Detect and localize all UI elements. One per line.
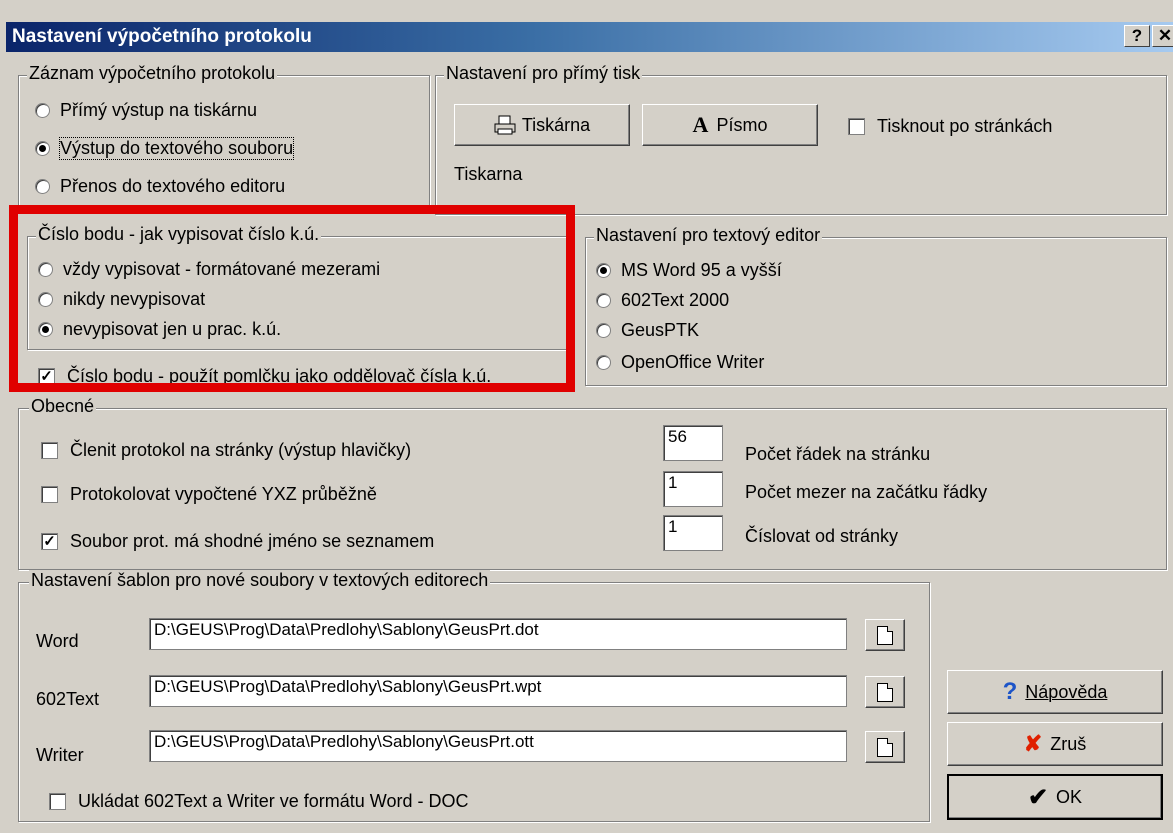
word-template-input[interactable]: D:\GEUS\Prog\Data\Predlohy\Sablony\GeusP… xyxy=(149,618,847,650)
radio-indicator xyxy=(596,293,611,308)
cross-icon: ✘ xyxy=(1023,731,1043,756)
checkbox-indicator xyxy=(848,118,865,135)
editor-group: Nastavení pro textový editor MS Word 95 … xyxy=(585,225,1167,386)
output-group-legend: Záznam výpočetního protokolu xyxy=(27,63,278,84)
lines-per-page-label: Počet řádek na stránku xyxy=(745,444,931,464)
paginate-checkbox[interactable]: Členit protokol na stránky (výstup hlavi… xyxy=(41,440,411,461)
ok-button[interactable]: ✔ OK xyxy=(947,774,1163,820)
checkbox-indicator: ✓ xyxy=(41,533,58,550)
printer-button[interactable]: Tiskárna xyxy=(454,104,630,146)
writer-template-input[interactable]: D:\GEUS\Prog\Data\Predlohy\Sablony\GeusP… xyxy=(149,730,847,762)
font-icon: A xyxy=(692,112,709,137)
lines-per-page-input[interactable]: 56 xyxy=(663,425,723,461)
templates-group: Nastavení šablon pro nové soubory v text… xyxy=(18,570,930,822)
radio-direct-print[interactable]: Přímý výstup na tiskárnu xyxy=(35,100,257,121)
help-button[interactable]: ? Nápověda xyxy=(947,670,1163,714)
leading-spaces-input[interactable]: 1 xyxy=(663,471,723,507)
radio-indicator xyxy=(35,179,50,194)
highlight-box xyxy=(9,205,575,392)
radio-indicator xyxy=(35,141,50,156)
checkbox-indicator xyxy=(49,793,66,810)
help-title-button[interactable]: ? xyxy=(1124,25,1150,47)
radio-text-file[interactable]: Výstup do textového souboru xyxy=(35,137,295,160)
templates-group-legend: Nastavení šablon pro nové soubory v text… xyxy=(29,570,491,591)
same-name-checkbox[interactable]: ✓ Soubor prot. má shodné jméno se sezname… xyxy=(41,531,434,552)
word-template-label: Word xyxy=(36,631,79,651)
general-group: Obecné Členit protokol na stránky (výstu… xyxy=(18,396,1167,570)
title-bar: Nastavení výpočetního protokolu ? ✕ xyxy=(6,22,1173,52)
new-document-icon xyxy=(877,682,893,702)
font-button[interactable]: A Písmo xyxy=(642,104,818,146)
print-group: Nastavení pro přímý tisk Tiskárna A Písm… xyxy=(435,63,1167,215)
cancel-button[interactable]: ✘ Zruš xyxy=(947,722,1163,766)
general-group-legend: Obecné xyxy=(29,396,97,417)
question-icon: ? xyxy=(1002,678,1018,705)
output-group: Záznam výpočetního protokolu Přímý výstu… xyxy=(18,63,430,209)
printer-name: Tiskarna xyxy=(454,164,523,184)
radio-indicator xyxy=(596,355,611,370)
writer-template-browse-button[interactable] xyxy=(865,731,905,763)
new-document-icon xyxy=(877,737,893,757)
save-as-doc-checkbox[interactable]: Ukládat 602Text a Writer ve formátu Word… xyxy=(49,791,468,812)
printer-icon xyxy=(494,115,516,135)
radio-text-editor[interactable]: Přenos do textového editoru xyxy=(35,176,285,197)
close-icon[interactable]: ✕ xyxy=(1152,25,1173,47)
start-page-input[interactable]: 1 xyxy=(663,515,723,551)
checkbox-indicator xyxy=(41,442,58,459)
checkbox-indicator xyxy=(41,486,58,503)
paged-print-checkbox[interactable]: Tisknout po stránkách xyxy=(848,116,1052,137)
radio-geusptk[interactable]: GeusPTK xyxy=(596,320,699,341)
new-document-icon xyxy=(877,625,893,645)
radio-602text[interactable]: 602Text 2000 xyxy=(596,290,729,311)
radio-openoffice[interactable]: OpenOffice Writer xyxy=(596,352,764,373)
writer-template-label: Writer xyxy=(36,745,84,765)
checkmark-icon: ✔ xyxy=(1027,783,1049,811)
602text-template-input[interactable]: D:\GEUS\Prog\Data\Predlohy\Sablony\GeusP… xyxy=(149,675,847,707)
log-yxz-checkbox[interactable]: Protokolovat vypočtené YXZ průběžně xyxy=(41,484,377,505)
editor-group-legend: Nastavení pro textový editor xyxy=(594,225,823,246)
window-title: Nastavení výpočetního protokolu xyxy=(12,26,312,47)
radio-ms-word[interactable]: MS Word 95 a vyšší xyxy=(596,260,782,281)
radio-indicator xyxy=(35,103,50,118)
radio-indicator xyxy=(596,263,611,278)
602text-template-label: 602Text xyxy=(36,689,100,709)
radio-indicator xyxy=(596,323,611,338)
start-page-label: Číslovat od stránky xyxy=(745,526,899,546)
print-group-legend: Nastavení pro přímý tisk xyxy=(444,63,643,84)
602text-template-browse-button[interactable] xyxy=(865,676,905,708)
word-template-browse-button[interactable] xyxy=(865,619,905,651)
leading-spaces-label: Počet mezer na začátku řádky xyxy=(745,482,988,502)
dialog-window: Nastavení výpočetního protokolu ? ✕ Zázn… xyxy=(0,0,1173,833)
